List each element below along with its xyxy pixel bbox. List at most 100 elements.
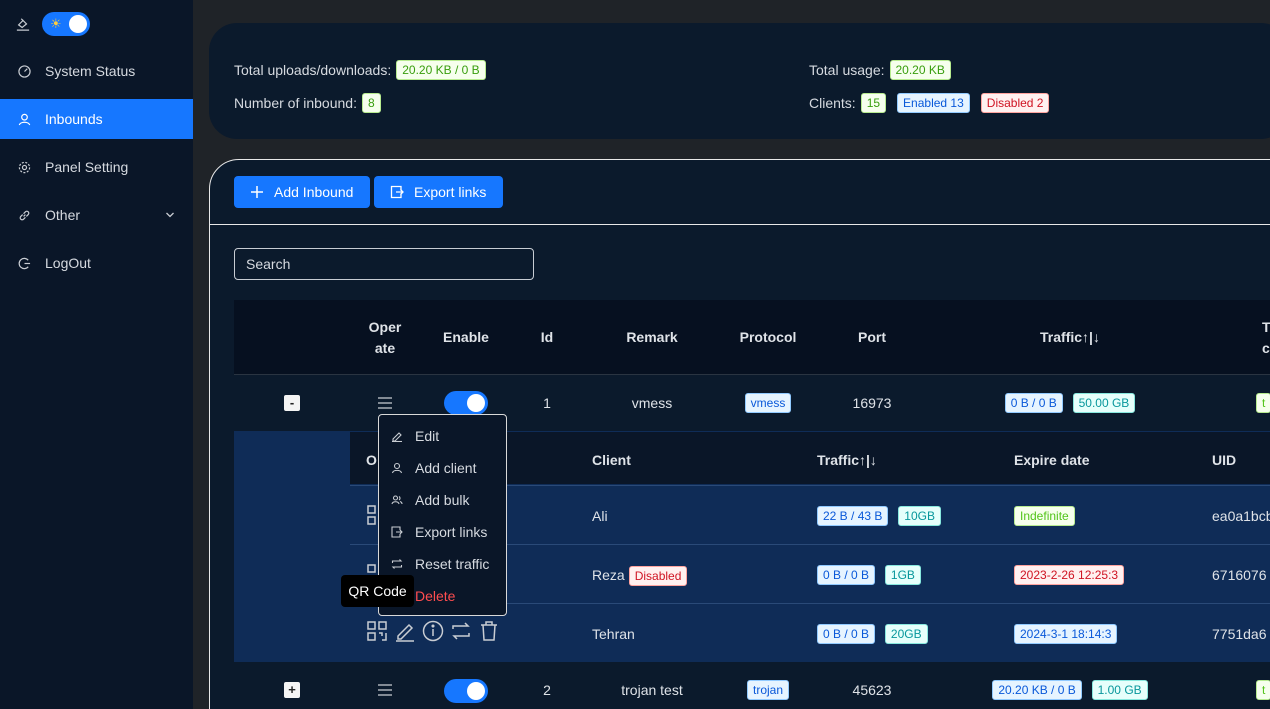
traffic-cell: 20.20 KB / 0 B 1.00 GB [970, 680, 1170, 700]
table-row: + 2 trojan test trojan 45623 20.20 KB / … [234, 662, 1270, 709]
sidebar-item-label: Other [45, 207, 81, 223]
protocol-tag: vmess [744, 393, 792, 413]
header-text: Tra [1262, 319, 1270, 335]
uid-cell: 7751da6 [1212, 626, 1267, 642]
header-text: co [1262, 340, 1270, 356]
sidebar-item-label: System Status [45, 63, 136, 79]
theme-row: ☀ [16, 12, 90, 36]
client-name: Reza Disabled [592, 566, 688, 586]
stat-usage: Total usage: 20.20 KB [809, 59, 951, 81]
qrcode-tooltip: QR Code [341, 575, 414, 607]
clients-count-tag: 15 [860, 93, 887, 113]
protocol-cell: trojan [728, 680, 808, 700]
port-cell: 16973 [852, 395, 892, 411]
bg-colors-icon [16, 17, 30, 31]
column-header-uid: UID [1212, 452, 1237, 468]
expire-cell: 2023-2-26 12:25:3 [1014, 565, 1125, 585]
expire-tag: 2023-2-26 12:25:3 [1014, 565, 1125, 585]
total-tag: 1.00 GB [1091, 680, 1148, 700]
expire-tag: Indefinite [1014, 506, 1075, 526]
column-header-expire: Expire date [1014, 452, 1090, 468]
port-cell: 45623 [852, 682, 892, 698]
uid-cell: 6716076 [1212, 567, 1267, 583]
sidebar-item-logout[interactable]: LogOut [0, 243, 193, 283]
client-traffic-cell: 22 B / 43 B 10GB [817, 506, 941, 526]
collapse-row-button[interactable]: - [284, 395, 300, 411]
qrcode-icon[interactable] [366, 620, 388, 642]
stat-clients: Clients: 15 Enabled 13 Disabled 2 [809, 92, 1050, 114]
dashboard-icon [18, 64, 31, 78]
switch-knob [467, 682, 485, 700]
total-tag: 50.00 GB [1072, 393, 1136, 413]
delete-icon[interactable] [478, 620, 500, 642]
sidebar-item-other[interactable]: Other [0, 195, 193, 235]
column-header-traffic: Traffic↑|↓ [1040, 329, 1100, 345]
stat-uploads: Total uploads/downloads: 20.20 KB / 0 B [234, 59, 486, 81]
enabled-clients-tag: Enabled 13 [897, 93, 970, 113]
logout-icon [18, 257, 31, 270]
column-header-client: Client [592, 452, 631, 468]
protocol-cell: vmess [728, 393, 808, 413]
column-header-traffic: Traffic↑|↓ [817, 452, 877, 468]
usergroup-add-icon [391, 494, 403, 506]
edit-icon[interactable] [394, 620, 416, 642]
menu-icon[interactable] [378, 397, 392, 409]
sidebar-item-label: Panel Setting [45, 159, 129, 175]
user-add-icon [391, 462, 403, 474]
traffic-tag: 22 B / 43 B [817, 506, 889, 526]
theme-toggle[interactable]: ☀ [42, 12, 90, 36]
menu-item-add-bulk[interactable]: Add bulk [379, 484, 506, 516]
export-icon [391, 526, 403, 538]
sidebar-item-label: Inbounds [45, 111, 103, 127]
sidebar-item-panel-setting[interactable]: Panel Setting [0, 147, 193, 187]
column-header-operate: Oper ate [360, 317, 410, 359]
column-header-protocol: Protocol [739, 329, 797, 345]
search-input[interactable] [234, 248, 534, 280]
traffic-tag: 20.20 KB / 0 B [992, 680, 1082, 700]
extra-cell: t [1256, 680, 1270, 700]
column-header-transfer: Tra co [1262, 317, 1270, 359]
extra-cell: t [1256, 393, 1270, 413]
toolbar-divider [210, 224, 1270, 225]
link-icon [18, 209, 31, 222]
enable-switch[interactable] [444, 391, 488, 415]
switch-knob [467, 394, 485, 412]
stats-card [209, 23, 1270, 139]
stat-label: Total usage: [809, 62, 885, 78]
info-icon[interactable] [422, 620, 444, 642]
sidebar-item-inbounds[interactable]: Inbounds [0, 99, 193, 139]
sidebar: ☀ System Status Inbounds Panel Setting O… [0, 0, 193, 709]
expand-row-button[interactable]: + [284, 682, 300, 698]
enable-switch[interactable] [444, 679, 488, 703]
add-inbound-button[interactable]: Add Inbound [234, 176, 370, 208]
stat-label: Total uploads/downloads: [234, 62, 392, 78]
stat-label: Number of inbound: [234, 95, 357, 111]
menu-item-label: Delete [415, 588, 456, 604]
sidebar-item-system-status[interactable]: System Status [0, 51, 193, 91]
menu-icon[interactable] [378, 684, 392, 696]
plus-icon [250, 185, 264, 199]
expire-tag: 2024-3-1 18:14:3 [1014, 624, 1118, 644]
column-header-id: Id [540, 329, 554, 345]
menu-item-edit[interactable]: Edit [379, 420, 506, 452]
user-icon [18, 113, 31, 126]
client-traffic-cell: 0 B / 0 B 20GB [817, 624, 928, 644]
menu-item-export-links[interactable]: Export links [379, 516, 506, 548]
menu-item-label: Add bulk [415, 492, 470, 508]
disabled-tag: Disabled [628, 566, 688, 586]
menu-item-add-client[interactable]: Add client [379, 452, 506, 484]
column-header-enable: Enable [443, 329, 489, 345]
column-header-port: Port [858, 329, 886, 345]
menu-item-label: Export links [415, 524, 488, 540]
limit-tag: 20GB [884, 624, 928, 644]
extra-tag: t [1256, 393, 1270, 413]
export-links-button[interactable]: Export links [374, 176, 503, 208]
export-links-label: Export links [414, 184, 487, 200]
expire-cell: Indefinite [1014, 506, 1075, 526]
column-header-remark: Remark [626, 329, 678, 345]
retweet-icon[interactable] [450, 620, 472, 642]
menu-item-label: Edit [415, 428, 440, 444]
stat-label: Clients: [809, 95, 856, 111]
traffic-tag: 0 B / 0 B [817, 624, 876, 644]
protocol-tag: trojan [746, 680, 790, 700]
